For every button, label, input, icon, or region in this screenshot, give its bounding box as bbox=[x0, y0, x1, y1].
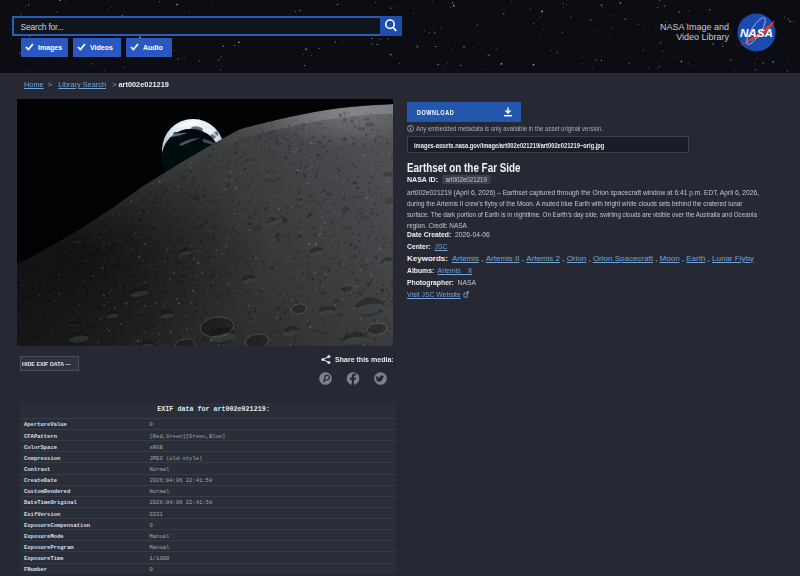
svg-text:NASA: NASA bbox=[740, 27, 773, 39]
